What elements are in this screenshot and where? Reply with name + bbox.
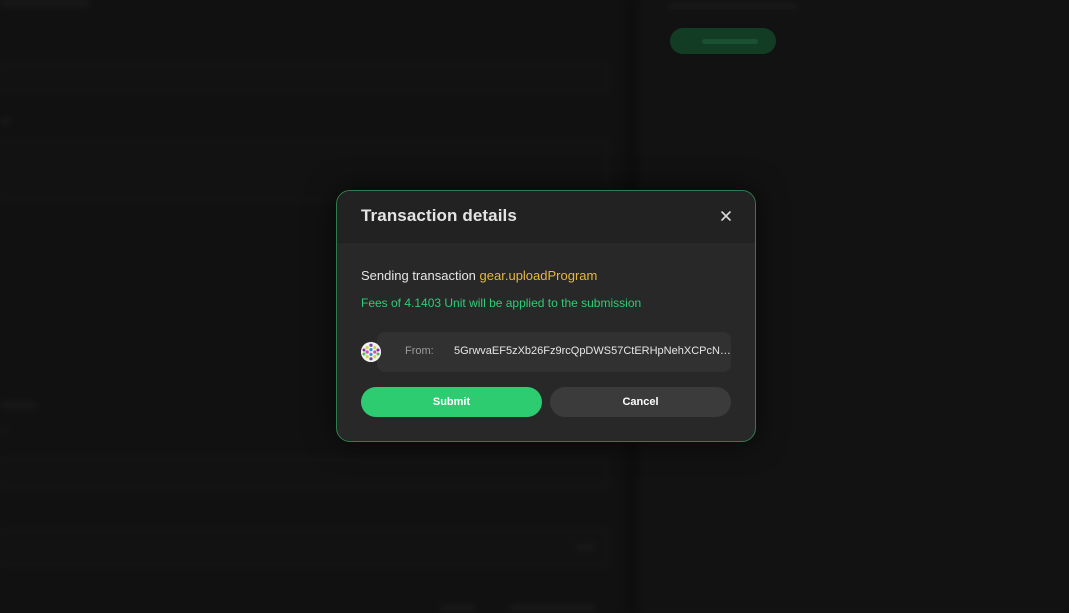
from-account-field[interactable]: From: 5GrwvaEF5zXb26Fz9rcQpDWS57CtERHpNe… (377, 332, 734, 372)
from-address: 5GrwvaEF5zXb26Fz9rcQpDWS57CtERHpNehXCPcN… (454, 345, 734, 357)
modal-title: Transaction details (361, 206, 517, 225)
cancel-button[interactable]: Cancel (550, 387, 731, 417)
submit-button[interactable]: Submit (361, 387, 542, 417)
fees-text: Fees of 4.1403 Unit will be applied to t… (361, 296, 642, 310)
transaction-method: gear.uploadProgram (479, 268, 598, 283)
sending-prefix: Sending transaction (361, 268, 476, 283)
modal-header: Transaction details (337, 191, 755, 243)
identicon-avatar (361, 342, 381, 362)
sending-transaction-text: Sending transaction gear.uploadProgram (361, 268, 597, 283)
close-icon[interactable] (717, 207, 735, 225)
from-label: From: (405, 345, 434, 357)
transaction-details-modal: Transaction details Sending transaction … (336, 190, 756, 442)
from-account-row: From: 5GrwvaEF5zXb26Fz9rcQpDWS57CtERHpNe… (361, 332, 734, 372)
